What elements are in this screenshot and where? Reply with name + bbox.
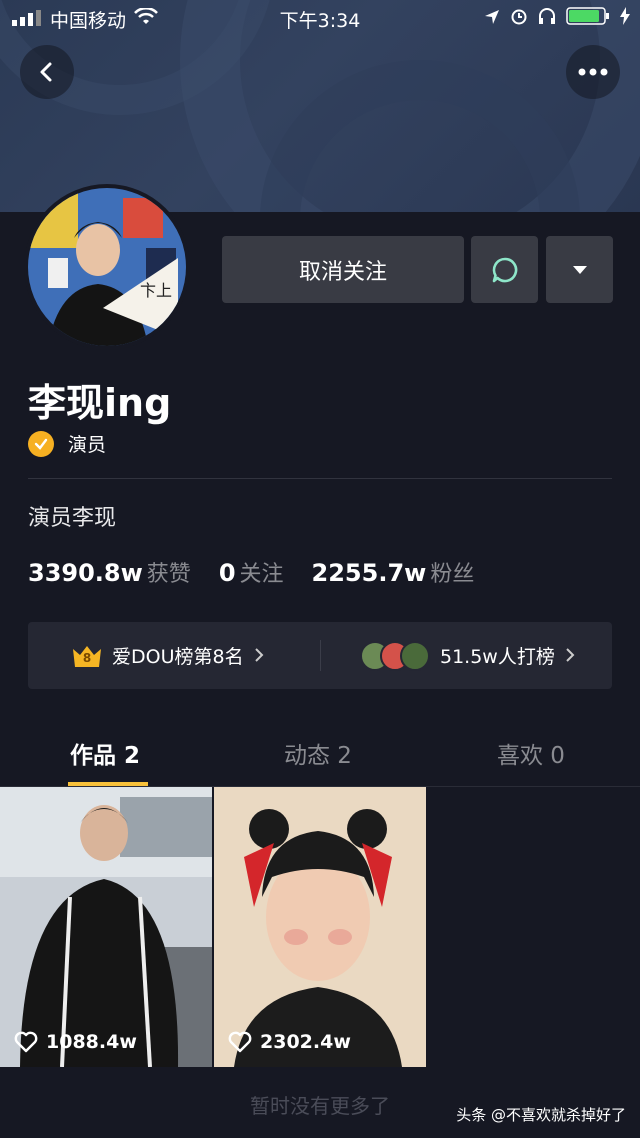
location-icon — [484, 8, 500, 30]
battery-icon — [566, 6, 610, 31]
watermark: 头条 @不喜欢就杀掉好了 — [456, 1106, 626, 1124]
tab-dynamics[interactable]: 动态 2 — [284, 736, 352, 770]
more-button[interactable] — [566, 45, 620, 99]
charging-icon — [620, 7, 630, 30]
unfollow-button[interactable]: 取消关注 — [222, 236, 464, 303]
video-cover-image — [0, 787, 212, 1067]
avatar-image: 卞上 — [28, 188, 186, 346]
supporters-link[interactable]: 51.5w人打榜 — [360, 622, 575, 689]
supporters-text: 51.5w人打榜 — [440, 646, 555, 668]
likes-label: 获赞 — [146, 562, 191, 587]
svg-text:卞上: 卞上 — [140, 281, 172, 300]
chevron-right-icon — [565, 645, 575, 667]
following-count[interactable]: 0 — [219, 559, 236, 587]
video-cover-image — [214, 787, 426, 1067]
more-dots-icon — [578, 68, 608, 76]
status-bar: 中国移动 下午3:34 — [0, 0, 640, 36]
followers-label[interactable]: 粉丝 — [430, 556, 474, 588]
bio: 演员李现 — [28, 506, 117, 531]
avatar[interactable]: 卞上 — [24, 184, 190, 350]
video-likes-count: 1088.4w — [46, 1031, 137, 1053]
tab-works[interactable]: 作品 2 — [70, 736, 140, 770]
heart-icon — [14, 1031, 38, 1053]
crown-icon: 8 — [72, 644, 102, 668]
caret-down-icon — [572, 265, 587, 274]
active-tab-indicator — [68, 782, 148, 786]
followers-count[interactable]: 2255.7w — [312, 559, 427, 587]
supporter-avatars — [360, 640, 430, 671]
content-tabs: 作品 2 动态 2 喜欢 0 — [0, 720, 640, 787]
likes-count: 3390.8w — [28, 559, 143, 587]
chevron-left-icon — [40, 62, 52, 82]
back-button[interactable] — [20, 45, 74, 99]
rank-text: 爱DOU榜第8名 — [112, 646, 244, 668]
supporter-avatar — [400, 640, 430, 671]
unfollow-label: 取消关注 — [298, 259, 387, 285]
following-label[interactable]: 关注 — [240, 556, 284, 588]
rank-link[interactable]: 8 爱DOU榜第8名 — [72, 622, 264, 689]
headphones-icon — [538, 7, 556, 30]
tab-likes[interactable]: 喜欢 0 — [497, 736, 565, 770]
rank-badge: 8 — [82, 650, 92, 665]
video-thumbnail[interactable]: 1088.4w — [0, 787, 212, 1067]
chevron-right-icon — [254, 645, 264, 667]
divider — [28, 478, 612, 479]
recommend-dropdown-button[interactable] — [546, 236, 613, 303]
video-likes: 2302.4w — [228, 1031, 351, 1053]
verified-badge-icon — [28, 430, 54, 457]
stats-row: 3390.8w 获赞 0 关注 2255.7w 粉丝 — [28, 556, 502, 588]
verification-row: 演员 — [28, 430, 106, 457]
video-likes: 1088.4w — [14, 1031, 137, 1053]
alarm-icon — [510, 7, 528, 30]
message-button[interactable] — [471, 236, 538, 303]
video-likes-count: 2302.4w — [260, 1031, 351, 1053]
nickname: 李现ing — [28, 381, 172, 425]
video-thumbnail[interactable]: 2302.4w — [214, 787, 426, 1067]
message-bubble-icon — [492, 257, 517, 282]
heart-icon — [228, 1031, 252, 1053]
verified-label: 演员 — [68, 434, 107, 456]
ranking-bar: 8 爱DOU榜第8名 51.5w人打榜 — [28, 622, 612, 689]
rank-separator — [320, 640, 321, 671]
